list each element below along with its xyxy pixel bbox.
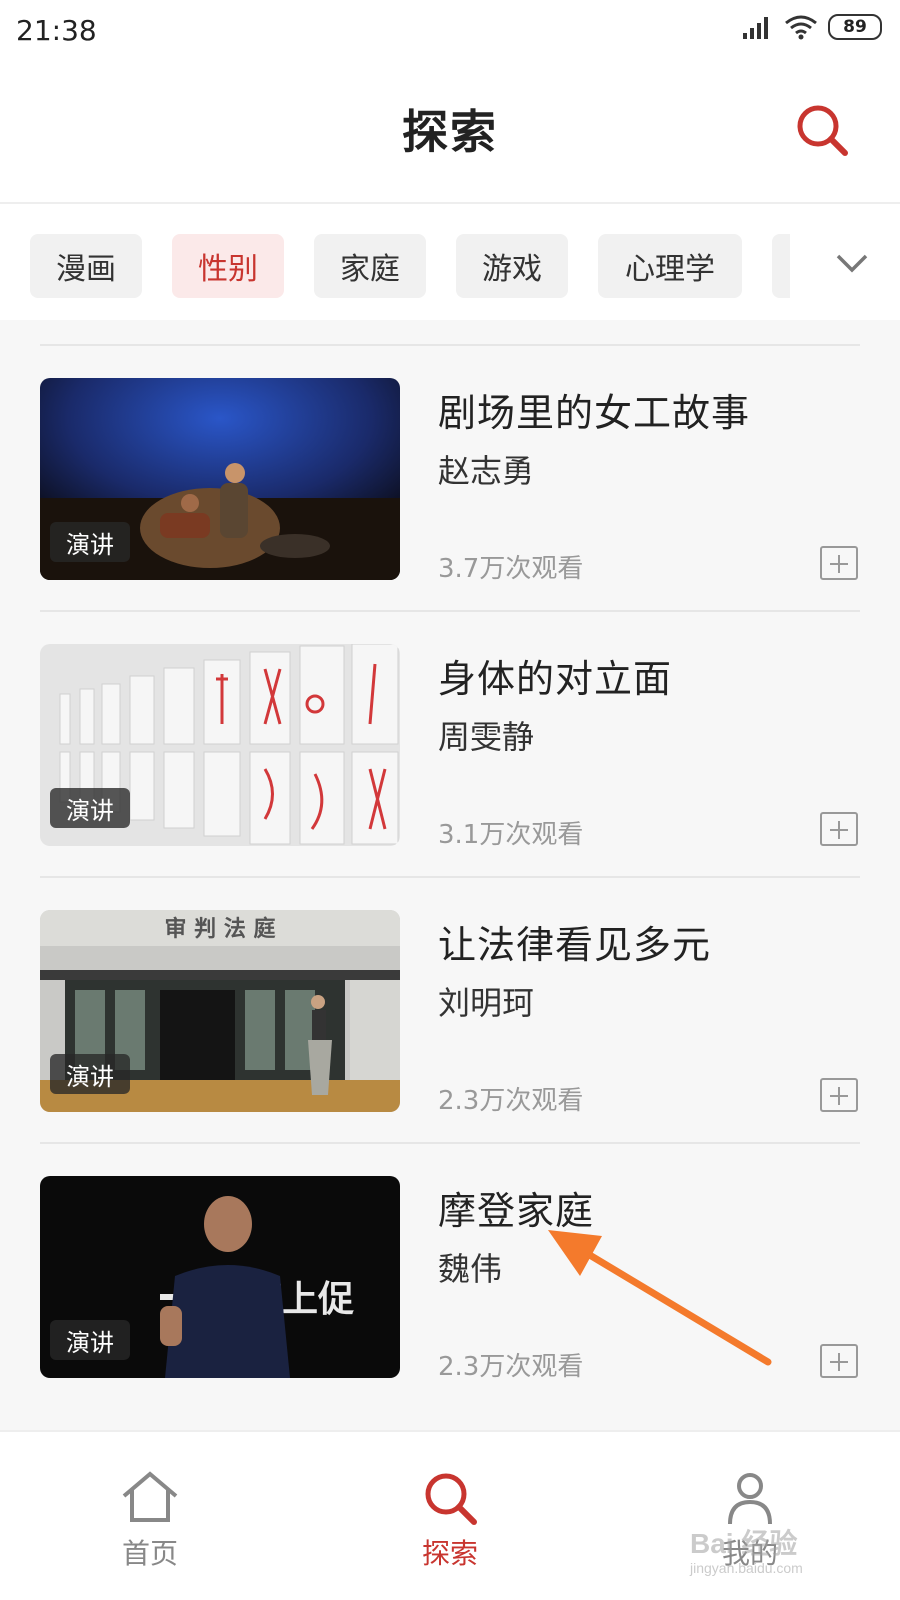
watermark-url: jingyan.baidu.com bbox=[690, 1560, 803, 1576]
video-thumbnail[interactable]: 演讲 bbox=[40, 644, 400, 846]
video-thumbnail[interactable]: 演讲 bbox=[40, 378, 400, 580]
video-speaker: 刘明珂 bbox=[438, 984, 535, 1022]
category-tabbar: 漫画 性别 家庭 游戏 心理学 bbox=[0, 204, 900, 320]
chip-fade bbox=[790, 204, 900, 320]
video-title[interactable]: 让法律看见多元 bbox=[438, 914, 711, 969]
wifi-icon bbox=[785, 15, 817, 40]
watermark: Bai 经验 jingyan.baidu.com bbox=[690, 1522, 860, 1582]
category-chip-family[interactable]: 家庭 bbox=[314, 234, 426, 298]
video-thumbnail[interactable]: 度上促 演讲 bbox=[40, 1176, 400, 1378]
nav-explore[interactable]: 探索 bbox=[300, 1432, 600, 1600]
video-view-count: 2.3万次观看 bbox=[438, 1086, 584, 1116]
divider bbox=[40, 610, 860, 612]
courthouse-sign: 审 判 法 庭 bbox=[165, 916, 276, 942]
signal-icon bbox=[743, 17, 768, 39]
video-title[interactable]: 身体的对立面 bbox=[438, 648, 672, 703]
user-icon bbox=[728, 1473, 772, 1525]
status-bar: 21:38 89 bbox=[0, 0, 900, 64]
video-type-badge: 演讲 bbox=[50, 1054, 130, 1094]
video-speaker: 魏伟 bbox=[438, 1250, 503, 1288]
divider bbox=[40, 876, 860, 878]
video-view-count: 3.1万次观看 bbox=[438, 820, 584, 850]
add-button[interactable] bbox=[820, 812, 858, 846]
video-thumbnail[interactable]: 审 判 法 庭 演讲 bbox=[40, 910, 400, 1112]
search-icon bbox=[425, 1473, 477, 1525]
video-title[interactable]: 摩登家庭 bbox=[438, 1180, 594, 1235]
status-icons: 89 bbox=[742, 14, 882, 40]
search-icon[interactable] bbox=[794, 102, 850, 158]
video-type-badge: 演讲 bbox=[50, 1320, 130, 1360]
category-chip-psychology[interactable]: 心理学 bbox=[598, 234, 742, 298]
video-title[interactable]: 剧场里的女工故事 bbox=[438, 382, 750, 437]
page-title: 探索 bbox=[402, 105, 498, 159]
chip-partial bbox=[772, 234, 784, 298]
add-button[interactable] bbox=[820, 546, 858, 580]
page-header: 探索 bbox=[0, 64, 900, 204]
nav-home-label: 首页 bbox=[121, 1537, 178, 1570]
home-icon bbox=[122, 1471, 178, 1522]
video-card[interactable]: 度上促 演讲 摩登家庭 魏伟 2.3万次观看 bbox=[0, 1176, 900, 1448]
category-chip-gender[interactable]: 性别 bbox=[172, 234, 284, 298]
divider bbox=[40, 1142, 860, 1144]
video-view-count: 3.7万次观看 bbox=[438, 554, 584, 584]
divider bbox=[40, 344, 860, 346]
nav-explore-label: 探索 bbox=[421, 1537, 478, 1570]
video-list: 演讲 剧场里的女工故事 赵志勇 3.7万次观看 演讲 身体的对立面 周雯静 3.… bbox=[0, 320, 900, 1430]
category-chip-manhua[interactable]: 漫画 bbox=[30, 234, 142, 298]
video-view-count: 2.3万次观看 bbox=[438, 1352, 584, 1382]
status-time: 21:38 bbox=[16, 14, 97, 47]
nav-home[interactable]: 首页 bbox=[0, 1432, 300, 1600]
add-button[interactable] bbox=[820, 1344, 858, 1378]
video-speaker: 赵志勇 bbox=[438, 452, 535, 490]
chevron-down-icon[interactable] bbox=[834, 248, 870, 276]
video-speaker: 周雯静 bbox=[438, 718, 535, 756]
watermark-logo: Bai 经验 bbox=[690, 1528, 798, 1559]
category-chip-games[interactable]: 游戏 bbox=[456, 234, 568, 298]
battery-indicator: 89 bbox=[828, 14, 882, 40]
add-button[interactable] bbox=[820, 1078, 858, 1112]
video-type-badge: 演讲 bbox=[50, 522, 130, 562]
video-type-badge: 演讲 bbox=[50, 788, 130, 828]
